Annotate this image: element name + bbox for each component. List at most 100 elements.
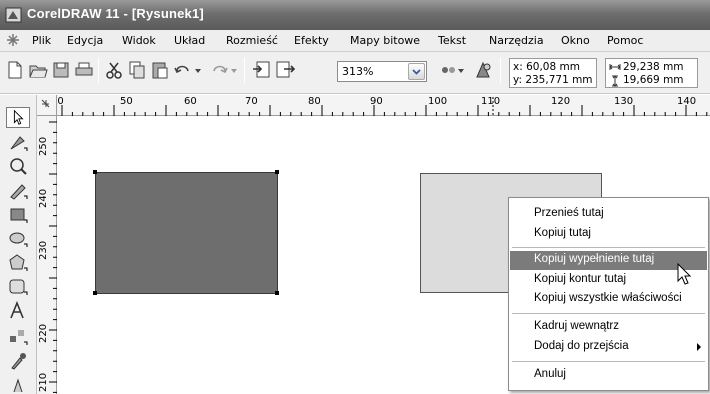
window-title: CorelDRAW 11 - [Rysunek1] xyxy=(27,6,204,21)
ruler-label: 100 xyxy=(428,96,448,107)
width-field[interactable]: 29,238 mm xyxy=(623,61,684,73)
menu-okno[interactable]: Okno xyxy=(561,34,590,47)
coreldraw-app-icon[interactable] xyxy=(5,7,22,23)
vertical-ruler[interactable]: 250 240 230 220 210 xyxy=(37,116,57,394)
export-icon[interactable] xyxy=(274,59,296,81)
dark-rectangle-shape[interactable] xyxy=(95,172,278,294)
x-position-field[interactable]: x: 60,08 mm xyxy=(513,61,580,73)
cut-icon[interactable] xyxy=(103,59,125,81)
menu-item-add-to-blend[interactable]: Dodaj do przejścia xyxy=(510,338,707,357)
polygon-tool-icon[interactable] xyxy=(6,252,30,273)
redo-dropdown-icon[interactable] xyxy=(229,59,239,81)
menu-item-move-here[interactable]: Przenieś tutaj xyxy=(510,205,707,224)
zoom-level-combo[interactable]: 313% xyxy=(337,61,427,82)
toolbar-separator xyxy=(244,58,245,84)
menu-item-copy-here[interactable]: Kopiuj tutaj xyxy=(510,225,707,244)
print-icon[interactable] xyxy=(73,59,95,81)
outline-tool-icon[interactable] xyxy=(6,374,30,394)
width-icon xyxy=(609,64,621,70)
ruler-label: 120 xyxy=(551,96,571,107)
horizontal-ruler[interactable]: 40 50 60 70 80 90 100 110 120 130 140 xyxy=(37,95,710,116)
menu-separator xyxy=(512,361,705,362)
selection-handle[interactable] xyxy=(275,170,279,174)
height-field[interactable]: 19,669 mm xyxy=(623,74,684,86)
menu-item-label: Kopiuj tutaj xyxy=(534,227,591,239)
import-icon[interactable] xyxy=(251,59,273,81)
zoom-value: 313% xyxy=(342,65,374,78)
menu-rozmiesc[interactable]: Rozmieść xyxy=(226,34,278,47)
menu-narzedzia[interactable]: Narzędzia xyxy=(489,34,544,47)
height-icon xyxy=(612,75,618,87)
menu-item-label: Kopiuj wypełnienie tutaj xyxy=(534,253,655,265)
menu-uklad[interactable]: Układ xyxy=(174,34,205,47)
selection-handle[interactable] xyxy=(93,170,97,174)
text-tool-icon[interactable] xyxy=(6,300,30,321)
chevron-down-icon xyxy=(412,69,421,75)
rectangle-tool-icon[interactable] xyxy=(6,204,30,225)
ruler-label: 240 xyxy=(38,188,49,208)
menu-widok[interactable]: Widok xyxy=(122,34,156,47)
menu-separator xyxy=(512,247,705,248)
ruler-label: 90 xyxy=(370,96,383,107)
title-bar: CorelDRAW 11 - [Rysunek1] xyxy=(0,0,710,30)
ruler-label: 80 xyxy=(308,96,321,107)
ruler-label: 130 xyxy=(614,96,634,107)
ruler-label: 230 xyxy=(38,240,49,260)
undo-dropdown-icon[interactable] xyxy=(193,59,203,81)
toolbar-separator xyxy=(500,58,501,84)
object-position-fields: x: 60,08 mm y: 235,771 mm xyxy=(509,58,597,88)
redo-icon[interactable] xyxy=(208,59,230,81)
menu-item-label: Przenieś tutaj xyxy=(534,207,604,219)
mouse-pointer-icon xyxy=(677,263,692,285)
menu-plik[interactable]: Plik xyxy=(32,34,51,47)
menu-item-label: Anuluj xyxy=(534,368,566,380)
eyedropper-tool-icon[interactable] xyxy=(6,350,30,371)
freehand-tool-icon[interactable] xyxy=(6,180,30,201)
corel-online-icon[interactable] xyxy=(473,59,495,81)
menu-edycja[interactable]: Edycja xyxy=(67,34,103,47)
ruler-label: 220 xyxy=(38,323,49,343)
pick-tool-icon[interactable] xyxy=(6,107,30,128)
menu-item-label: Kopiuj kontur tutaj xyxy=(534,273,627,285)
copy-icon[interactable] xyxy=(126,59,148,81)
zoom-dropdown-button[interactable] xyxy=(408,63,425,80)
menu-separator xyxy=(512,313,705,314)
menu-efekty[interactable]: Efekty xyxy=(294,34,329,47)
launcher-dropdown-icon[interactable] xyxy=(456,59,466,81)
open-icon[interactable] xyxy=(27,59,49,81)
save-icon[interactable] xyxy=(50,59,72,81)
menu-mapy-bitowe[interactable]: Mapy bitowe xyxy=(350,34,420,47)
selection-handle[interactable] xyxy=(275,291,279,295)
selection-handle[interactable] xyxy=(93,291,97,295)
ruler-label: 70 xyxy=(245,96,258,107)
ellipse-tool-icon[interactable] xyxy=(6,228,30,249)
zoom-tool-icon[interactable] xyxy=(6,156,30,177)
document-menu-icon[interactable] xyxy=(6,33,20,47)
drop-context-menu: Przenieś tutaj Kopiuj tutaj Kopiuj wypeł… xyxy=(508,197,709,391)
ruler-origin-corner[interactable] xyxy=(37,95,57,116)
ruler-label: 250 xyxy=(38,136,49,156)
submenu-arrow-icon xyxy=(697,343,701,351)
shape-tool-icon[interactable] xyxy=(6,132,30,153)
ruler-label: 210 xyxy=(38,372,49,392)
standard-toolbar: 313% x: 60,08 mm y: 235,771 mm 29,238 mm… xyxy=(0,52,710,94)
menu-item-powerclip-inside[interactable]: Kadruj wewnątrz xyxy=(510,318,707,337)
undo-icon[interactable] xyxy=(172,59,194,81)
interactive-blend-tool-icon[interactable] xyxy=(6,326,30,347)
ruler-origin-icon xyxy=(41,99,50,108)
menu-bar: Plik Edycja Widok Układ Rozmieść Efekty … xyxy=(0,30,710,52)
ruler-label: 140 xyxy=(677,96,697,107)
ruler-label: 110 xyxy=(481,96,501,107)
menu-item-label: Kopiuj wszystkie właściwości xyxy=(534,292,682,304)
new-document-icon[interactable] xyxy=(4,59,26,81)
menu-item-cancel[interactable]: Anuluj xyxy=(510,366,707,385)
ruler-label: 50 xyxy=(120,96,133,107)
basic-shapes-tool-icon[interactable] xyxy=(6,276,30,297)
menu-tekst[interactable]: Tekst xyxy=(438,34,466,47)
menu-pomoc[interactable]: Pomoc xyxy=(607,34,643,47)
y-position-field[interactable]: y: 235,771 mm xyxy=(513,74,593,86)
paste-icon[interactable] xyxy=(149,59,171,81)
menu-item-copy-all-properties[interactable]: Kopiuj wszystkie właściwości xyxy=(510,290,707,309)
menu-item-label: Kadruj wewnątrz xyxy=(534,320,620,332)
toolbar-separator xyxy=(98,58,99,84)
